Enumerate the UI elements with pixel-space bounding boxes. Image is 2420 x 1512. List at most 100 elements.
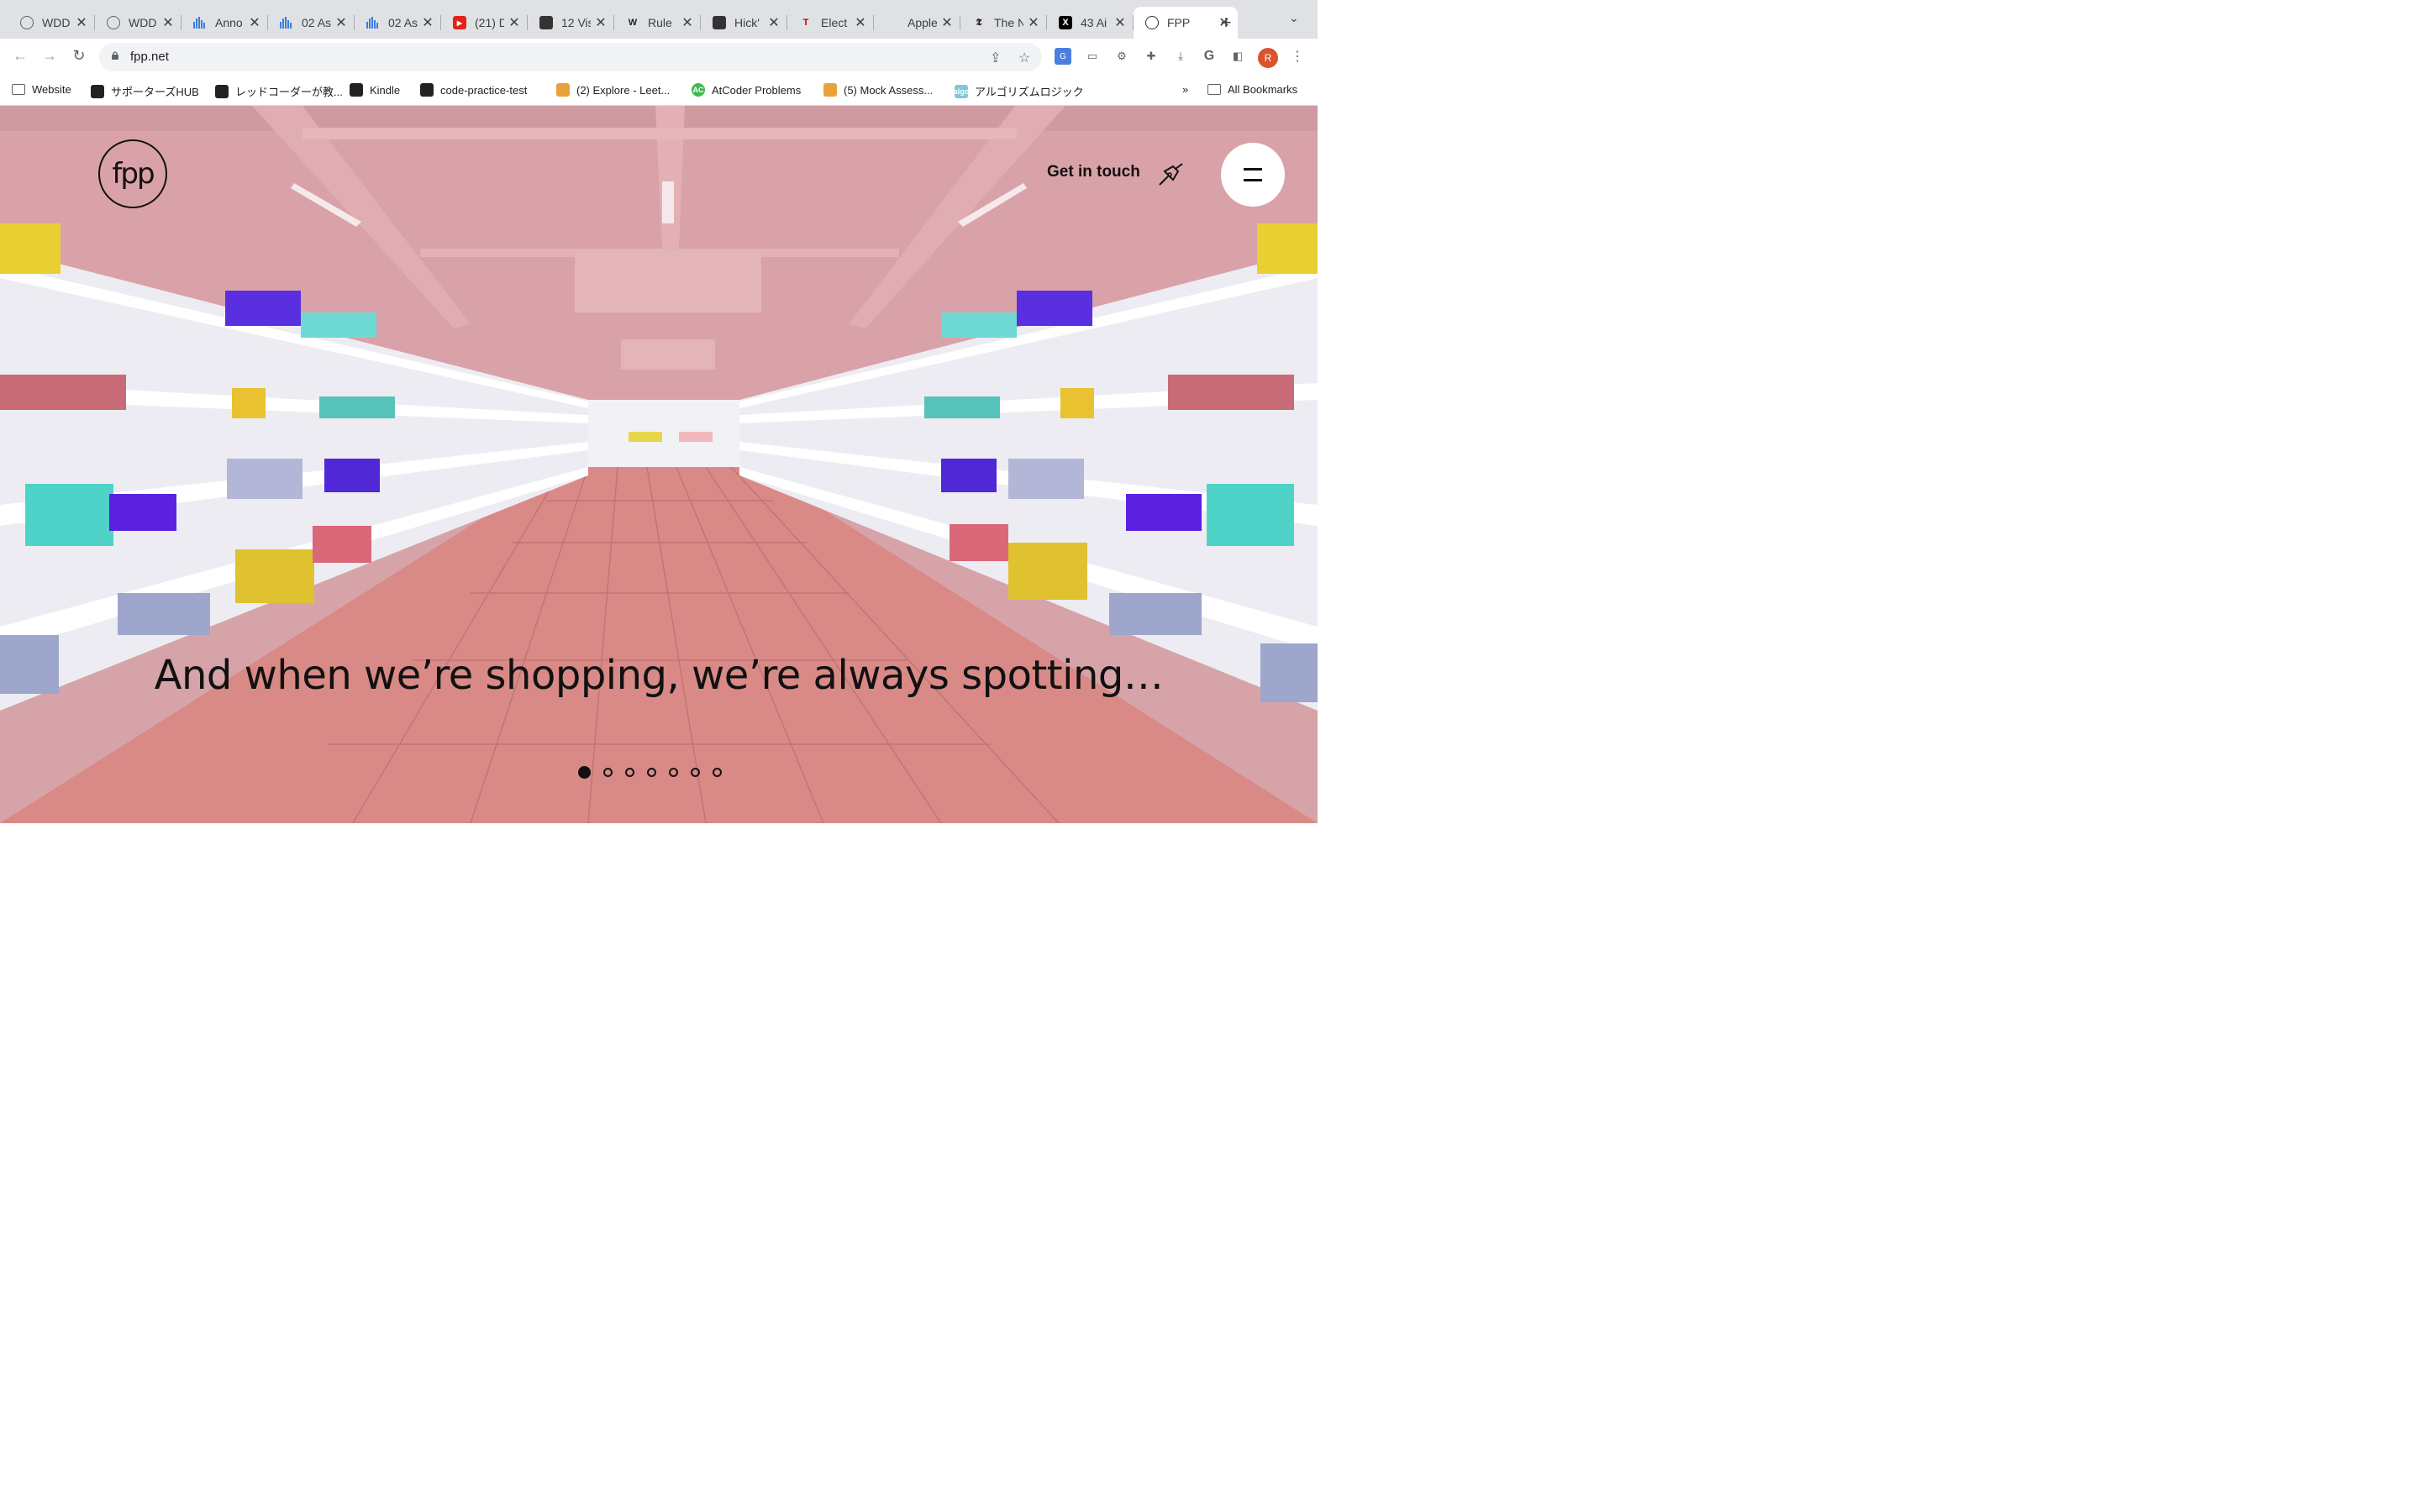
- browser-tab[interactable]: WDD ✕: [8, 7, 95, 39]
- wikipedia-icon: W: [628, 18, 638, 28]
- browser-tab[interactable]: 02 As ✕: [355, 7, 441, 39]
- tab-title: 02 As: [388, 16, 418, 29]
- bookmark-star-icon[interactable]: ☆: [1018, 50, 1030, 66]
- slide-dot[interactable]: [625, 768, 634, 777]
- tab-title: (21) D: [475, 16, 504, 29]
- globe-icon: [20, 16, 34, 29]
- browser-tab[interactable]: ▶ (21) D ✕: [441, 7, 528, 39]
- bookmark-item[interactable]: Website: [12, 83, 71, 96]
- nyt-icon: 𝕿: [976, 17, 982, 28]
- slide-dot[interactable]: [669, 768, 678, 777]
- close-tab-icon[interactable]: ✕: [681, 14, 694, 31]
- tab-title: Anno: [215, 16, 243, 29]
- bookmark-item[interactable]: algo アルゴリズムロジック: [954, 83, 1084, 99]
- app-icon: [713, 16, 726, 29]
- bookmark-label: (2) Explore - Leet...: [576, 83, 671, 97]
- tab-title: Apple: [908, 16, 937, 29]
- fpp-icon: [1145, 16, 1159, 29]
- tab-title: WDD: [129, 16, 157, 29]
- close-tab-icon[interactable]: ✕: [854, 14, 867, 31]
- tab-title: 43 Ai: [1081, 16, 1107, 29]
- tab-title: FPP: [1167, 16, 1191, 29]
- browser-tab[interactable]: W Rule ✕: [614, 7, 701, 39]
- close-tab-icon[interactable]: ✕: [161, 14, 175, 31]
- bookmark-item[interactable]: (2) Explore - Leet...: [556, 83, 670, 97]
- bookmark-item[interactable]: AC AtCoder Problems: [692, 83, 801, 97]
- close-tab-icon[interactable]: ✕: [421, 14, 434, 31]
- bookmark-item[interactable]: Kindle: [350, 83, 400, 97]
- close-tab-icon[interactable]: ✕: [334, 14, 348, 31]
- slide-dot[interactable]: [647, 768, 656, 777]
- browser-tab[interactable]: 12 Vis ✕: [528, 7, 614, 39]
- bookmark-label: サポーターズHUB: [111, 86, 199, 98]
- fpp-logo[interactable]: fpp: [98, 139, 167, 208]
- slide-dot[interactable]: [603, 768, 613, 777]
- line-extension-icon[interactable]: ▭: [1084, 48, 1101, 65]
- close-tab-icon[interactable]: ✕: [594, 14, 608, 31]
- globe-icon: [107, 16, 120, 29]
- share-icon[interactable]: ⇪: [990, 50, 1001, 66]
- bar-chart-icon: [366, 16, 380, 29]
- address-bar[interactable]: fpp.net ⇪ ☆: [99, 43, 1042, 71]
- atcoder-icon: AC: [692, 83, 705, 97]
- app-icon: [539, 16, 553, 29]
- browser-tab[interactable]: 𝕿 The N ✕: [960, 7, 1047, 39]
- bookmark-item[interactable]: サポーターズHUB: [91, 83, 199, 99]
- new-tab-button[interactable]: +: [1216, 12, 1236, 34]
- bookmark-label: アルゴリズムロジック: [975, 86, 1084, 98]
- bookmark-label: Website: [32, 83, 71, 96]
- bookmark-label: レッドコーダーが教...: [235, 86, 343, 98]
- back-button[interactable]: ←: [10, 47, 30, 65]
- tab-title: The N: [994, 16, 1023, 29]
- browser-tab[interactable]: X 43 Ai ✕: [1047, 7, 1134, 39]
- get-in-touch-link[interactable]: Get in touch: [1047, 163, 1140, 181]
- side-panel-icon[interactable]: ◧: [1229, 48, 1246, 65]
- slide-dot[interactable]: [578, 766, 591, 779]
- leetcode-icon: [556, 83, 570, 97]
- download-icon[interactable]: ⤓: [1172, 48, 1189, 65]
- menu-button[interactable]: [1221, 143, 1285, 207]
- close-tab-icon[interactable]: ✕: [75, 14, 88, 31]
- algo-icon: algo: [954, 84, 969, 98]
- browser-tab[interactable]: T Elect ✕: [787, 7, 874, 39]
- folder-icon: [12, 84, 25, 95]
- reload-button[interactable]: ↻: [69, 47, 89, 65]
- chrome-menu-icon[interactable]: ⋮: [1289, 48, 1306, 65]
- browser-tab[interactable]: Apple ✕: [874, 7, 960, 39]
- close-tab-icon[interactable]: ✕: [1113, 14, 1127, 31]
- browser-tab[interactable]: Hick' ✕: [701, 7, 787, 39]
- slide-pagination: [578, 766, 722, 779]
- close-tab-icon[interactable]: ✕: [248, 14, 261, 31]
- close-tab-icon[interactable]: ✕: [1027, 14, 1040, 31]
- app-icon: [420, 83, 434, 97]
- folder-icon: [1207, 84, 1221, 95]
- leetcode-icon: [823, 83, 837, 97]
- bookmarks-overflow-button[interactable]: »: [1182, 83, 1188, 96]
- bookmark-item[interactable]: (5) Mock Assess...: [823, 83, 933, 97]
- all-bookmarks-button[interactable]: All Bookmarks: [1207, 83, 1297, 96]
- extensions-puzzle-icon[interactable]: ✚: [1143, 48, 1160, 65]
- bookmark-item[interactable]: レッドコーダーが教...: [215, 83, 343, 99]
- tab-title: Rule: [648, 16, 672, 29]
- profile-avatar[interactable]: R: [1258, 48, 1278, 68]
- close-tab-icon[interactable]: ✕: [767, 14, 781, 31]
- browser-tab[interactable]: 02 As ✕: [268, 7, 355, 39]
- kindle-icon: [350, 83, 363, 97]
- hero-headline: And when we’re shopping, we’re always sp…: [154, 652, 1164, 699]
- settings-extension-icon[interactable]: ⚙: [1113, 48, 1130, 65]
- tab-strip: WDD ✕ WDD ✕ Anno ✕ 02 As ✕ 02 As ✕ ▶ (21) D ✕ 12 Vis ✕…: [0, 0, 1318, 39]
- browser-tab[interactable]: Anno ✕: [182, 7, 268, 39]
- close-tab-icon[interactable]: ✕: [940, 14, 954, 31]
- tab-search-icon[interactable]: ⌄: [1289, 11, 1299, 25]
- close-tab-icon[interactable]: ✕: [508, 14, 521, 31]
- browser-tab[interactable]: WDD ✕: [95, 7, 182, 39]
- slide-dot[interactable]: [713, 768, 722, 777]
- translate-extension-icon[interactable]: G: [1055, 48, 1071, 65]
- bar-chart-icon: [193, 16, 207, 29]
- slide-dot[interactable]: [691, 768, 700, 777]
- forward-button[interactable]: →: [39, 47, 60, 65]
- google-icon[interactable]: G: [1201, 48, 1218, 65]
- bookmark-item[interactable]: code-practice-test: [420, 83, 527, 97]
- app-icon: [215, 84, 229, 98]
- tab-title: Hick': [734, 16, 760, 29]
